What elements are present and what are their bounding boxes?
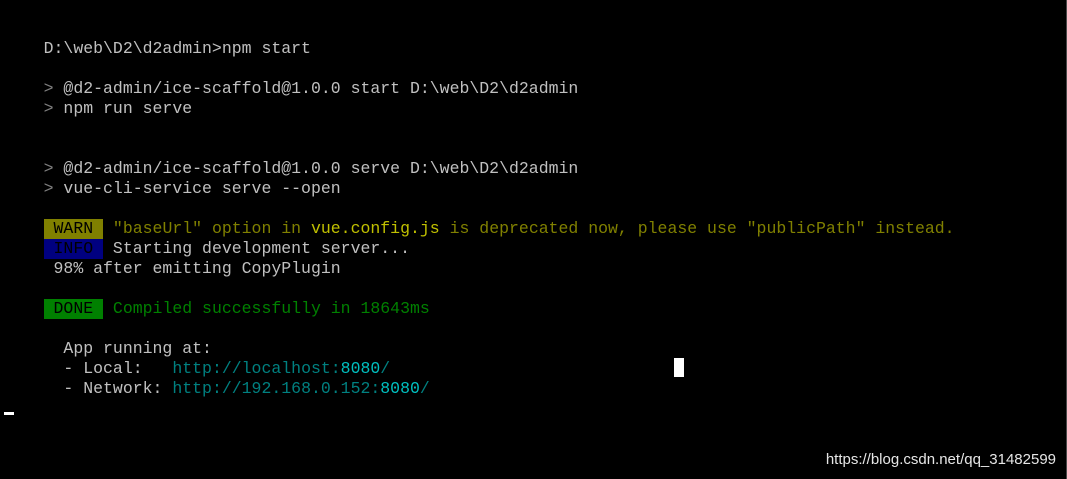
progress-text: 98% after emitting CopyPlugin [43, 259, 341, 278]
network-port: 8080 [380, 379, 420, 398]
network-label: - Network: [43, 379, 173, 398]
mouse-text-cursor [674, 358, 684, 377]
done-badge: DONE [43, 299, 104, 319]
command-line: D:\web\D2\d2admin>npm start [4, 19, 311, 58]
chevron-right-icon: > [43, 99, 54, 118]
network-url-suffix: / [419, 379, 430, 398]
script1-cmd: npm run serve [53, 99, 193, 118]
done-text: Compiled successfully in 18643ms [103, 299, 430, 318]
app-running-line: App running at: [4, 319, 212, 358]
terminal-window[interactable]: D:\web\D2\d2admin>npm start > @d2-admin/… [0, 0, 1067, 479]
warn-line: WARN "baseUrl" option in vue.config.js i… [4, 199, 955, 239]
chevron-right-icon: > [43, 179, 54, 198]
command-text: D:\web\D2\d2admin>npm start [43, 39, 311, 58]
script1-header-line: > @d2-admin/ice-scaffold@1.0.0 start D:\… [4, 59, 579, 98]
watermark: https://blog.csdn.net/qq_31482599 [825, 451, 1056, 468]
done-line: DONE Compiled successfully in 18643ms [4, 279, 430, 319]
script2-header-line: > @d2-admin/ice-scaffold@1.0.0 serve D:\… [4, 139, 579, 178]
progress-line: 98% after emitting CopyPlugin [4, 239, 341, 278]
network-url-prefix: http://192.168.0.152: [172, 379, 381, 398]
terminal-caret [4, 412, 14, 415]
script2-cmd-line: > vue-cli-service serve --open [4, 159, 341, 198]
info-line: INFO Starting development server... [4, 219, 410, 259]
local-line: - Local: http://localhost:8080/ [4, 339, 390, 378]
network-url-link[interactable]: http://192.168.0.152:8080/ [172, 379, 429, 398]
script1-cmd-line: > npm run serve [4, 79, 193, 118]
warn-text-b: is deprecated now, please use "publicPat… [439, 219, 955, 238]
script2-cmd: vue-cli-service serve --open [53, 179, 341, 198]
network-line: - Network: http://192.168.0.152:8080/ [4, 359, 429, 398]
